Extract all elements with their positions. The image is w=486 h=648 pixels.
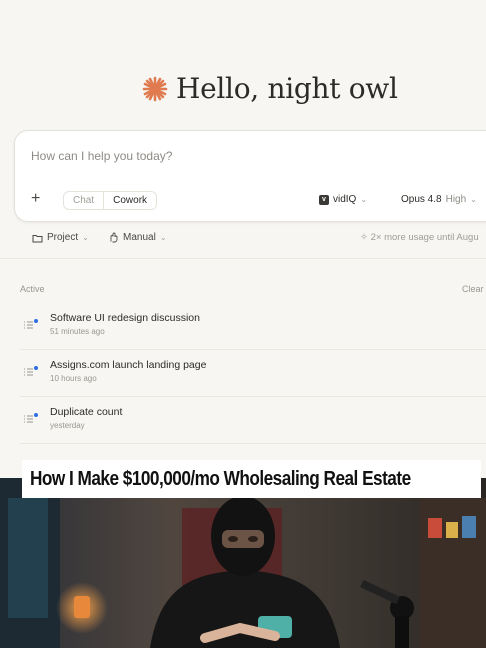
chat-composer[interactable]: How can I help you today? + Chat Cowork … xyxy=(14,130,486,222)
app-window: Hello, night owl How can I help you toda… xyxy=(0,0,486,478)
divider xyxy=(20,349,486,350)
mode-chat-button[interactable]: Chat xyxy=(64,192,103,209)
model-label: Opus 4.8 xyxy=(401,194,442,205)
model-selector[interactable]: Opus 4.8 High ⌄ xyxy=(401,194,477,205)
project-label: Project xyxy=(47,232,79,243)
task-list-icon xyxy=(24,366,38,376)
hand-icon xyxy=(110,232,118,243)
effort-label: High xyxy=(445,194,467,205)
conversation-time: yesterday xyxy=(50,421,85,430)
conversation-time: 10 hours ago xyxy=(50,374,97,383)
conversation-title: Assigns.com launch landing page xyxy=(50,359,207,371)
chevron-down-icon: ⌄ xyxy=(360,195,368,204)
video-frame-image xyxy=(0,478,486,648)
usage-notice: ✧ 2× more usage until Augu xyxy=(360,232,479,243)
sparkle-small-icon: ✧ xyxy=(360,232,368,243)
video-title-text: How I Make $100,000/mo Wholesaling Real … xyxy=(30,467,411,490)
mode-toggle[interactable]: Chat Cowork xyxy=(63,191,158,210)
prompt-input[interactable]: How can I help you today? xyxy=(31,149,172,163)
divider xyxy=(20,396,486,397)
mode-cowork-button[interactable]: Cowork xyxy=(103,192,157,209)
divider xyxy=(20,443,486,444)
conversation-item[interactable]: Software UI redesign discussion 51 minut… xyxy=(0,304,486,350)
project-selector[interactable]: Project ⌄ xyxy=(32,232,89,243)
video-title-banner: How I Make $100,000/mo Wholesaling Real … xyxy=(22,460,481,498)
connector-selector[interactable]: v vidIQ ⌄ xyxy=(319,194,367,205)
conversation-item[interactable]: Duplicate count yesterday xyxy=(0,398,486,444)
task-list-icon xyxy=(24,319,38,329)
sparkle-icon xyxy=(142,76,168,101)
divider xyxy=(0,258,486,259)
composer-options-bar: Project ⌄ Manual ⌄ ✧ 2× more usage until… xyxy=(0,230,486,248)
connector-label: vidIQ xyxy=(333,194,357,205)
conversation-time: 51 minutes ago xyxy=(50,327,105,336)
folder-icon xyxy=(32,234,43,242)
greeting: Hello, night owl xyxy=(142,72,398,105)
video-thumbnail xyxy=(0,478,486,648)
manual-selector[interactable]: Manual ⌄ xyxy=(108,232,167,243)
conversation-title: Duplicate count xyxy=(50,406,123,418)
conversation-item[interactable]: Assigns.com launch landing page 10 hours… xyxy=(0,351,486,397)
greeting-title: Hello, night owl xyxy=(176,72,398,105)
active-section-label: Active xyxy=(20,284,45,294)
conversation-title: Software UI redesign discussion xyxy=(50,312,200,324)
add-attachment-button[interactable]: + xyxy=(31,191,40,207)
chevron-down-icon: ⌄ xyxy=(470,195,477,204)
chevron-down-icon: ⌄ xyxy=(82,233,89,242)
clear-button[interactable]: Clear xyxy=(462,284,484,294)
chevron-down-icon: ⌄ xyxy=(159,233,167,242)
task-list-icon xyxy=(24,413,38,423)
vidiq-logo-icon: v xyxy=(319,194,329,205)
manual-label: Manual xyxy=(123,232,156,243)
